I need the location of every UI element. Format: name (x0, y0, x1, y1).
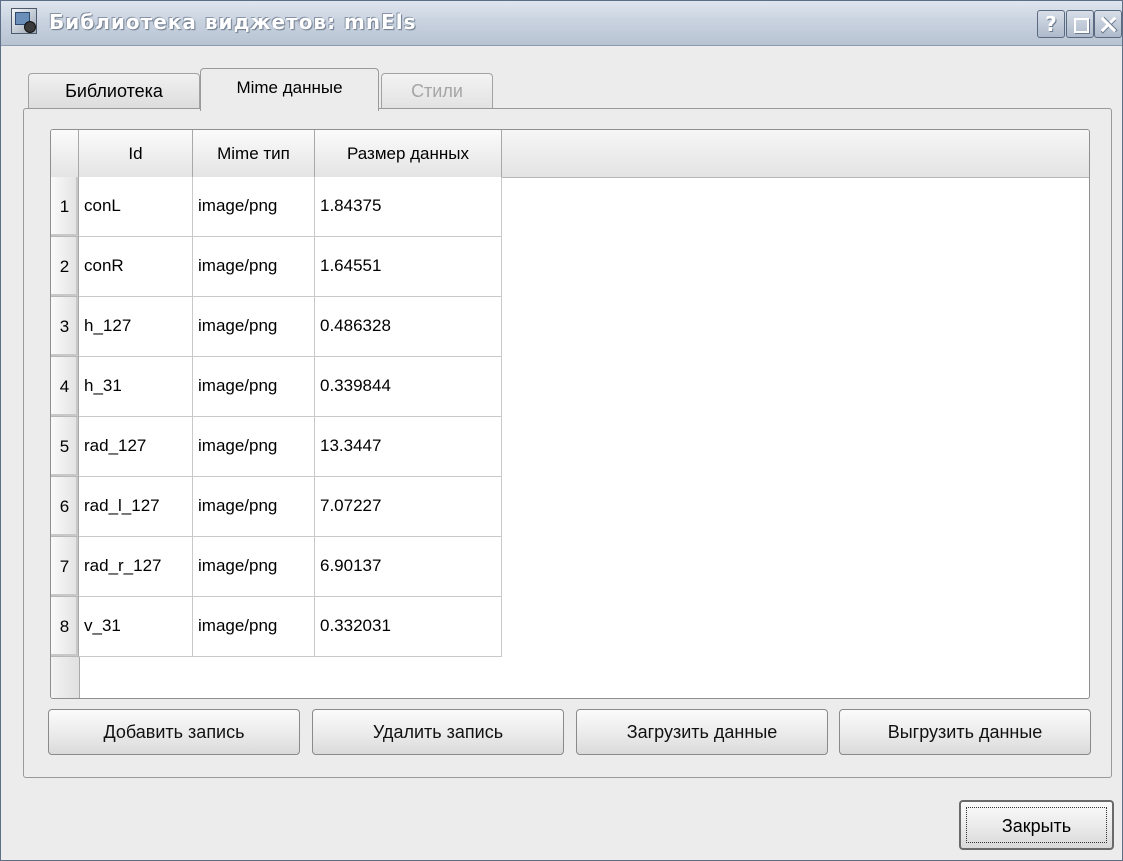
cell-mime-type[interactable]: image/png (193, 417, 315, 477)
column-header-mime-type[interactable]: Mime тип (193, 130, 315, 177)
cell-id[interactable]: h_127 (79, 297, 193, 357)
row-number[interactable]: 7 (51, 537, 79, 597)
maximize-button[interactable] (1066, 10, 1094, 38)
column-header-id[interactable]: Id (79, 130, 193, 177)
cell-data-size[interactable]: 0.332031 (315, 597, 502, 657)
add-record-button[interactable]: Добавить запись (48, 709, 300, 755)
window-title: Библиотека виджетов: mnEls (49, 10, 417, 34)
app-icon (11, 8, 37, 34)
row-number[interactable]: 3 (51, 297, 79, 357)
cell-data-size[interactable]: 7.07227 (315, 477, 502, 537)
table-row[interactable]: 7 rad_r_127 image/png 6.90137 (51, 537, 502, 597)
cell-mime-type[interactable]: image/png (193, 237, 315, 297)
cell-id[interactable]: h_31 (79, 357, 193, 417)
table-row[interactable]: 3 h_127 image/png 0.486328 (51, 297, 502, 357)
delete-record-button[interactable]: Удалить запись (312, 709, 564, 755)
title-bar[interactable]: Библиотека виджетов: mnEls ? (1, 1, 1122, 46)
mime-data-panel: Id Mime тип Размер данных 1 conL image/p… (23, 108, 1112, 778)
tab-library[interactable]: Библиотека (28, 73, 200, 109)
table-row[interactable]: 4 h_31 image/png 0.339844 (51, 357, 502, 417)
table-row[interactable]: 2 conR image/png 1.64551 (51, 237, 502, 297)
column-header-data-size[interactable]: Размер данных (315, 130, 502, 177)
table-row[interactable]: 6 rad_l_127 image/png 7.07227 (51, 477, 502, 537)
cell-mime-type[interactable]: image/png (193, 477, 315, 537)
cell-data-size[interactable]: 13.3447 (315, 417, 502, 477)
tab-styles: Стили (381, 73, 493, 109)
row-number[interactable]: 2 (51, 237, 79, 297)
cell-id[interactable]: rad_r_127 (79, 537, 193, 597)
cell-data-size[interactable]: 1.64551 (315, 237, 502, 297)
cell-mime-type[interactable]: image/png (193, 597, 315, 657)
unload-data-button[interactable]: Выгрузить данные (839, 709, 1091, 755)
table-row[interactable]: 5 rad_127 image/png 13.3447 (51, 417, 502, 477)
row-number[interactable]: 4 (51, 357, 79, 417)
row-number[interactable]: 8 (51, 597, 79, 657)
widget-library-dialog: Библиотека виджетов: mnEls ? Библиотека … (0, 0, 1123, 861)
cell-id[interactable]: conR (79, 237, 193, 297)
help-button[interactable]: ? (1037, 10, 1065, 38)
row-number[interactable]: 1 (51, 177, 79, 237)
tab-mime-data[interactable]: Mime данные (200, 68, 379, 111)
cell-mime-type[interactable]: image/png (193, 537, 315, 597)
table-corner-button[interactable] (51, 130, 79, 177)
cell-id[interactable]: rad_l_127 (79, 477, 193, 537)
mime-data-table[interactable]: Id Mime тип Размер данных 1 conL image/p… (50, 129, 1090, 699)
load-data-button[interactable]: Загрузить данные (576, 709, 828, 755)
row-number[interactable]: 6 (51, 477, 79, 537)
close-window-button[interactable] (1094, 10, 1122, 38)
cell-id[interactable]: v_31 (79, 597, 193, 657)
cell-id[interactable]: conL (79, 177, 193, 237)
cell-mime-type[interactable]: image/png (193, 357, 315, 417)
cell-data-size[interactable]: 0.486328 (315, 297, 502, 357)
close-button[interactable]: Закрыть (959, 800, 1114, 850)
cell-data-size[interactable]: 6.90137 (315, 537, 502, 597)
cell-mime-type[interactable]: image/png (193, 177, 315, 237)
cell-id[interactable]: rad_127 (79, 417, 193, 477)
row-number[interactable]: 5 (51, 417, 79, 477)
table-row[interactable]: 1 conL image/png 1.84375 (51, 177, 502, 237)
cell-data-size[interactable]: 1.84375 (315, 177, 502, 237)
cell-mime-type[interactable]: image/png (193, 297, 315, 357)
close-button-label: Закрыть (966, 807, 1107, 843)
table-row[interactable]: 8 v_31 image/png 0.332031 (51, 597, 502, 657)
cell-data-size[interactable]: 0.339844 (315, 357, 502, 417)
